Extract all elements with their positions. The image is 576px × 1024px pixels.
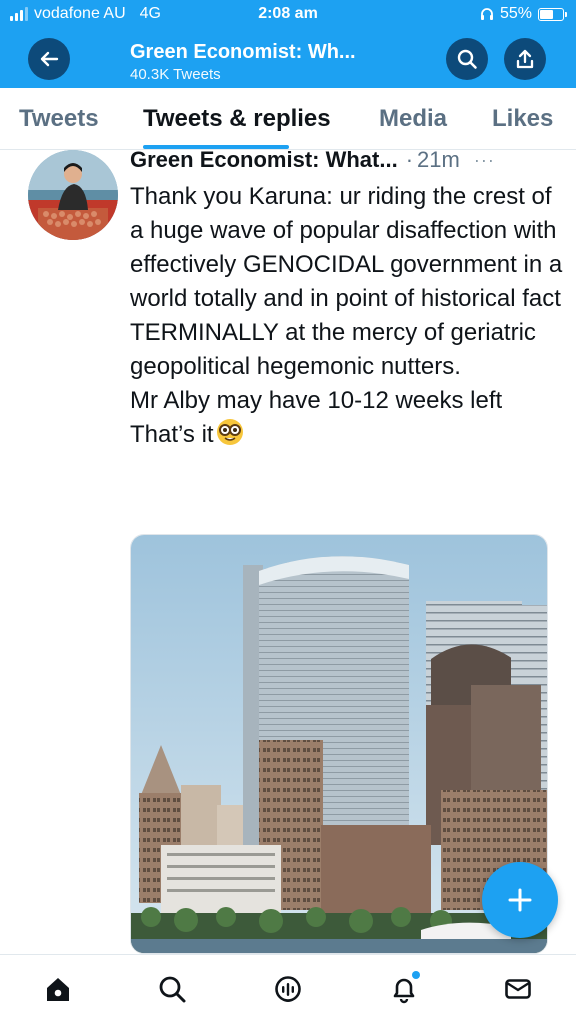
nav-spaces[interactable] xyxy=(272,973,304,1005)
tweet-separator: · xyxy=(405,147,414,172)
tweet-timestamp[interactable]: 21m xyxy=(417,147,460,173)
status-right: 55% xyxy=(480,5,567,23)
notification-badge xyxy=(412,971,420,979)
tweet-text-line3: That’s it xyxy=(130,418,570,452)
share-icon xyxy=(516,49,534,69)
headphones-icon xyxy=(480,8,493,20)
nav-messages[interactable] xyxy=(502,973,534,1005)
compose-tweet-button[interactable] xyxy=(482,862,558,938)
header-titles: Green Economist: Wh... 40.3K Tweets xyxy=(130,41,356,83)
tab-likes[interactable]: Likes xyxy=(492,105,553,133)
home-icon xyxy=(47,978,69,1001)
plus-icon xyxy=(508,888,532,912)
page-title: Green Economist: Wh... xyxy=(130,41,356,63)
arrow-left-icon xyxy=(40,51,59,67)
search-icon xyxy=(159,976,186,1003)
profile-tabs: Tweets Tweets & replies Media Likes xyxy=(0,88,576,150)
back-button[interactable] xyxy=(28,38,70,80)
tweet-text-main: Thank you Karuna: ur riding the crest of… xyxy=(130,183,563,380)
avatar[interactable] xyxy=(28,150,118,240)
tab-tweets-and-replies[interactable]: Tweets & replies xyxy=(143,105,331,133)
messages-icon xyxy=(505,979,531,999)
profile-header: vodafone AU 4G 2:08 am 55% Green Economi… xyxy=(0,0,576,88)
tweet-text-line2: Mr Alby may have 10-12 weeks left xyxy=(130,387,503,414)
share-button[interactable] xyxy=(504,38,546,80)
battery-percent: 55% xyxy=(499,5,532,22)
nav-home[interactable] xyxy=(42,973,74,1005)
tab-media[interactable]: Media xyxy=(379,105,447,133)
tweet-text-line3-text: That’s it xyxy=(130,421,214,448)
tweet-header: Green Economist: What... · 21m ··· xyxy=(130,147,550,173)
search-icon xyxy=(457,49,477,69)
tab-tweets[interactable]: Tweets xyxy=(19,105,99,133)
nav-notifications[interactable] xyxy=(388,971,420,1005)
tweet-count: 40.3K Tweets xyxy=(130,66,221,83)
avatar-photo xyxy=(28,150,118,240)
tweet-text: Thank you Karuna: ur riding the crest of… xyxy=(130,180,570,452)
battery-icon xyxy=(538,7,567,21)
spaces-icon xyxy=(275,976,301,1002)
more-options-icon[interactable]: ··· xyxy=(474,150,495,171)
tweet-author-name[interactable]: Green Economist: What... xyxy=(130,147,398,173)
nerd-face-emoji xyxy=(216,419,243,445)
bottom-navigation xyxy=(0,954,576,1024)
status-bar: vodafone AU 4G 2:08 am 55% xyxy=(0,0,576,30)
nav-search[interactable] xyxy=(156,973,188,1005)
search-button[interactable] xyxy=(446,38,488,80)
